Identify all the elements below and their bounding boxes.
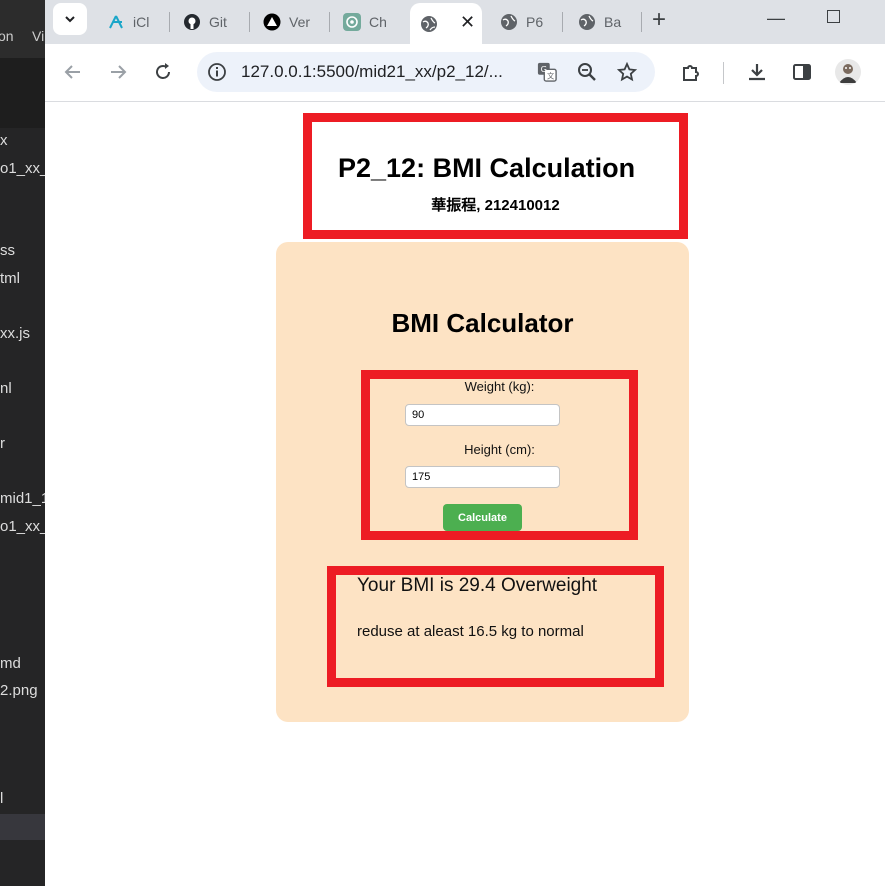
- tab-separator: [169, 12, 170, 32]
- reload-icon[interactable]: [151, 60, 175, 84]
- globe-icon: [578, 13, 596, 31]
- tab-title: Ch: [369, 14, 387, 30]
- tab-title: Git: [209, 14, 227, 30]
- globe-icon: [420, 15, 438, 33]
- vercel-icon: [263, 13, 281, 31]
- svg-text:文: 文: [547, 71, 555, 80]
- browser-tab[interactable]: Ver: [253, 0, 329, 44]
- browser-tab[interactable]: Git: [173, 0, 245, 44]
- explorer-file[interactable]: 2.png: [0, 682, 38, 699]
- height-input[interactable]: 175: [405, 466, 560, 488]
- explorer-file[interactable]: ss: [0, 242, 15, 259]
- svg-text:G: G: [541, 64, 547, 74]
- browser-tab-active[interactable]: ✕: [410, 3, 482, 44]
- explorer-selected-row[interactable]: [0, 814, 45, 840]
- close-tab-icon[interactable]: ✕: [460, 12, 475, 33]
- chatgpt-icon: [343, 13, 361, 31]
- extensions-puzzle-icon[interactable]: [679, 60, 703, 84]
- chevron-down-icon: [65, 16, 75, 23]
- explorer-file[interactable]: nl: [0, 380, 12, 397]
- address-bar[interactable]: 127.0.0.1:5500/mid21_xx/p2_12/... G文: [197, 52, 655, 92]
- tab-title: iCl: [133, 14, 150, 30]
- bmi-calculator-card: BMI Calculator Weight (kg): 90 Height (c…: [276, 242, 689, 722]
- weight-input[interactable]: 90: [405, 404, 560, 426]
- side-panel-icon[interactable]: [790, 60, 814, 84]
- back-arrow-icon[interactable]: [61, 60, 85, 84]
- forward-arrow-icon[interactable]: [106, 60, 130, 84]
- editor-menu-item[interactable]: on: [0, 28, 14, 44]
- form-highlight-box: Weight (kg): 90 Height (cm): 175 Calcula…: [361, 370, 638, 540]
- browser-tab[interactable]: P6: [490, 0, 558, 44]
- code-editor-panel: on Vi x o1_xx_a ss tml xx.js nl r mid1_1…: [0, 0, 45, 886]
- tab-search-button[interactable]: [53, 3, 87, 35]
- toolbar-divider: [723, 62, 724, 84]
- browser-tab[interactable]: Ch: [333, 0, 409, 44]
- editor-explorer-header: [0, 58, 45, 128]
- page-subtitle: 華振程, 212410012: [431, 197, 560, 214]
- zoom-icon[interactable]: [577, 62, 597, 82]
- bmi-advice-text: reduse at aleast 16.5 kg to normal: [357, 623, 584, 640]
- tab-title: Ba: [604, 14, 622, 30]
- bookmark-star-icon[interactable]: [617, 62, 637, 82]
- explorer-file[interactable]: tml: [0, 270, 20, 287]
- header-highlight-box: P2_12: BMI Calculation 華振程, 212410012: [303, 113, 688, 239]
- tab-title: Ver: [289, 14, 311, 30]
- browser-tab-bar: iCl Git Ver Ch ✕ P6 Ba + —: [45, 0, 885, 44]
- weight-label: Weight (kg):: [464, 379, 535, 394]
- tab-separator: [562, 12, 563, 32]
- explorer-file[interactable]: o1_xx_a: [0, 518, 45, 535]
- github-icon: [183, 13, 201, 31]
- bmi-result-text: Your BMI is 29.4 Overweight: [357, 575, 598, 596]
- tab-separator: [329, 12, 330, 32]
- new-tab-plus-icon[interactable]: +: [652, 8, 666, 32]
- web-page: P2_12: BMI Calculation 華振程, 212410012 BM…: [45, 103, 885, 886]
- tab-title: P6: [526, 14, 544, 30]
- icla-icon: [107, 13, 125, 31]
- editor-menubar: on Vi: [0, 0, 45, 58]
- explorer-file[interactable]: mid1_1: [0, 490, 45, 507]
- profile-avatar[interactable]: [835, 59, 861, 85]
- translate-icon[interactable]: G文: [537, 62, 557, 82]
- editor-menu-item[interactable]: Vi: [32, 28, 44, 44]
- height-label: Height (cm):: [464, 442, 535, 457]
- explorer-file[interactable]: o1_xx_a: [0, 160, 45, 177]
- tab-separator: [641, 12, 642, 32]
- explorer-file[interactable]: xx.js: [0, 325, 30, 342]
- browser-toolbar: 127.0.0.1:5500/mid21_xx/p2_12/... G文: [45, 44, 885, 102]
- site-info-icon[interactable]: [207, 62, 227, 82]
- calculator-heading: BMI Calculator: [391, 308, 574, 338]
- address-url-text: 127.0.0.1:5500/mid21_xx/p2_12/...: [241, 62, 503, 81]
- explorer-file[interactable]: l: [0, 790, 3, 807]
- browser-tab[interactable]: iCl: [97, 0, 169, 44]
- calculate-button[interactable]: Calculate: [443, 504, 522, 531]
- maximize-icon[interactable]: [827, 10, 840, 23]
- avatar-icon: [839, 64, 857, 83]
- explorer-file[interactable]: x: [0, 132, 8, 149]
- page-title: P2_12: BMI Calculation: [338, 153, 636, 183]
- tab-separator: [249, 12, 250, 32]
- explorer-file[interactable]: r: [0, 435, 5, 452]
- minimize-icon[interactable]: —: [767, 8, 785, 29]
- result-highlight-box: Your BMI is 29.4 Overweight reduse at al…: [327, 566, 664, 687]
- browser-tab[interactable]: Ba: [568, 0, 638, 44]
- explorer-file[interactable]: md: [0, 655, 21, 672]
- globe-icon: [500, 13, 518, 31]
- download-icon[interactable]: [745, 60, 769, 84]
